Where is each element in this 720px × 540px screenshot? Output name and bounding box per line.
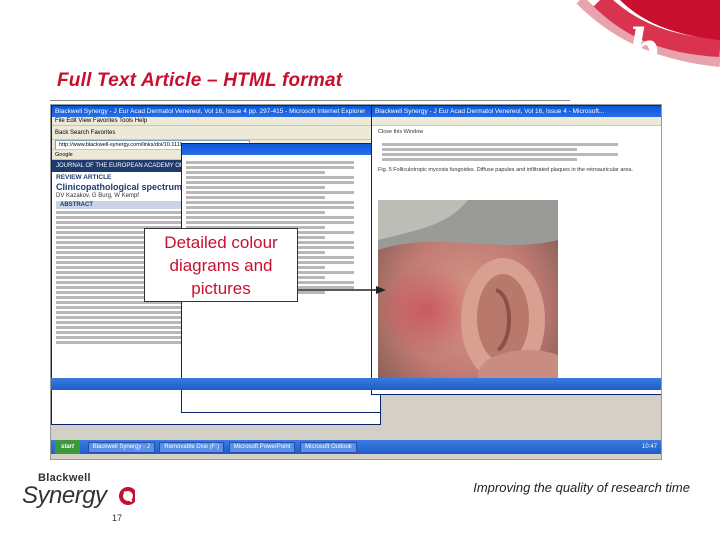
ear-image bbox=[378, 200, 558, 390]
figure-window-menubar[interactable] bbox=[372, 117, 661, 126]
taskbar-item[interactable]: Blackwell Synergy - J bbox=[87, 442, 155, 453]
figure-citation bbox=[372, 139, 661, 165]
logo-synergy-text: Synergy bbox=[22, 482, 107, 509]
callout-line-1: Detailed colour bbox=[164, 232, 278, 252]
callout-box: Detailed colour diagrams and pictures bbox=[144, 228, 298, 302]
main-window-titlebar: Blackwell Synergy - J Eur Acad Dermatol … bbox=[52, 106, 380, 117]
close-window-link[interactable]: Close this Window bbox=[372, 126, 661, 139]
callout-line-3: pictures bbox=[191, 278, 251, 298]
brand-swoosh: b bbox=[560, 0, 720, 84]
main-window-menubar[interactable]: File Edit View Favorites Tools Help bbox=[52, 117, 380, 126]
main-window-toolbar[interactable]: Back Search Favorites bbox=[52, 126, 380, 140]
taskbar-item[interactable]: Removable Disk (F:) bbox=[159, 442, 225, 453]
svg-text:b: b bbox=[628, 16, 659, 84]
inner-taskbar bbox=[51, 378, 661, 390]
start-button[interactable]: start bbox=[55, 440, 81, 454]
taskbar-item[interactable]: Microsoft PowerPoint bbox=[228, 442, 296, 453]
references-titlebar bbox=[182, 144, 380, 155]
page-number: 17 bbox=[112, 513, 123, 523]
tagline: Improving the quality of research time bbox=[473, 480, 690, 495]
title-divider bbox=[50, 100, 570, 101]
browser-screenshot: Blackwell Synergy - J Eur Acad Dermatol … bbox=[50, 104, 662, 460]
figure-window-titlebar: Blackwell Synergy - J Eur Acad Dermatol … bbox=[372, 106, 661, 117]
figure-caption: Fig. 5 Folliculotropic mycosis fungoides… bbox=[378, 167, 633, 173]
google-label: Google bbox=[55, 152, 73, 158]
taskbar-item[interactable]: Microsoft Outlook bbox=[300, 442, 357, 453]
clinical-photo[interactable] bbox=[378, 200, 558, 390]
windows-taskbar: start Blackwell Synergy - J Removable Di… bbox=[51, 440, 661, 454]
callout-line-2: diagrams and bbox=[169, 255, 273, 275]
slide-title: Full Text Article – HTML format bbox=[57, 70, 343, 91]
taskbar-clock: 10:47 bbox=[641, 444, 657, 450]
